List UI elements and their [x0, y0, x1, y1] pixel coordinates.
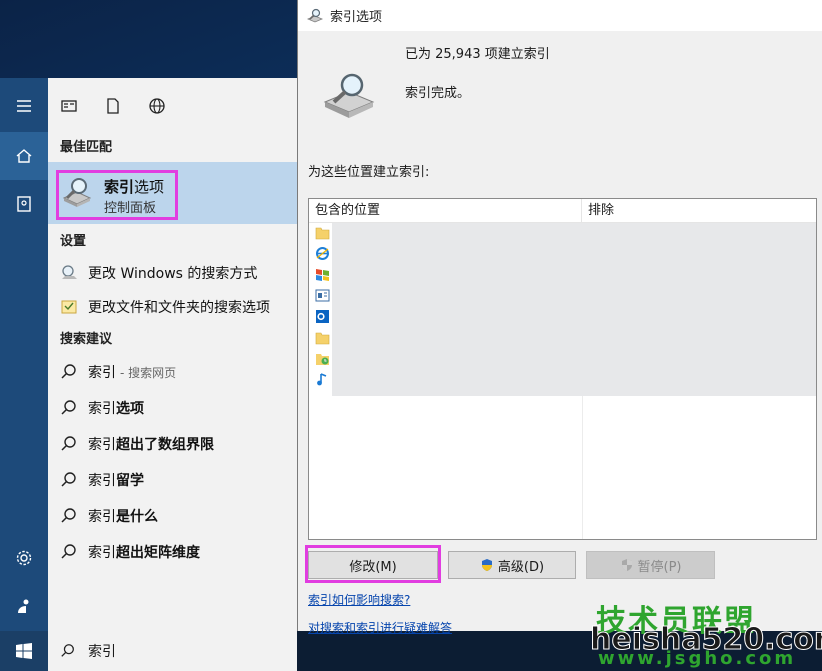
uac-shield-icon: [481, 559, 492, 571]
redacted-locations: [332, 223, 816, 396]
start-content: 最佳匹配 索引选项 控制面板 设置 更改 Windows 的搜索方式 更改文件和…: [48, 78, 297, 631]
search-icon: [61, 472, 76, 487]
search-settings-icon: [62, 265, 77, 279]
list-header: 包含的位置 排除: [309, 199, 816, 223]
indexing-options-dialog: 索引选项 已为 25,943 项建立索引 索引完成。 为这些位置建立索引: 包含…: [297, 0, 822, 635]
column-excluded[interactable]: 排除: [582, 199, 816, 223]
suggestion-prefix: 索引: [88, 437, 116, 453]
indexing-options-icon: [306, 8, 324, 22]
suggestion-bold: 选项: [116, 401, 144, 417]
column-included[interactable]: 包含的位置: [309, 199, 582, 223]
gear-icon: [16, 550, 32, 566]
start-rail: [0, 78, 48, 631]
control-panel-icon: [315, 289, 330, 302]
start-menu: 最佳匹配 索引选项 控制面板 设置 更改 Windows 的搜索方式 更改文件和…: [0, 78, 297, 631]
pause-button: 暂停(P): [586, 551, 715, 579]
troubleshoot-search-link[interactable]: 对搜索和索引进行疑难解答: [308, 619, 452, 636]
how-indexing-affects-search-link[interactable]: 索引如何影响搜索?: [308, 591, 410, 608]
indexing-status: 索引完成。: [405, 86, 471, 101]
home-icon: [16, 149, 32, 163]
search-icon: [61, 436, 76, 451]
watermark-url-secondary: www.jsgho.com: [598, 648, 797, 669]
windows-logo-icon: [16, 643, 32, 659]
settings-item-label: 更改文件和文件夹的搜索选项: [88, 300, 270, 316]
suggestion-bold: 超出了数组界限: [116, 437, 214, 453]
dialog-titlebar[interactable]: 索引选项: [298, 0, 822, 31]
annotation-highlight-box: [305, 545, 441, 583]
suggestion-item[interactable]: 索引 - 搜索网页: [48, 354, 297, 390]
hamburger-icon: [17, 100, 31, 112]
suggestion-prefix: 索引: [88, 545, 116, 561]
indexed-locations-list[interactable]: 包含的位置 排除: [308, 198, 817, 540]
locations-label: 为这些位置建立索引:: [308, 165, 430, 180]
settings-item-label: 更改 Windows 的搜索方式: [88, 266, 258, 282]
suggestion-item[interactable]: 索引 留学: [48, 462, 297, 498]
suggestion-bold: 是什么: [116, 509, 158, 525]
search-icon: [61, 644, 74, 657]
settings-item-search-windows[interactable]: 更改 Windows 的搜索方式: [48, 256, 297, 290]
outlook-icon: [316, 310, 329, 323]
documents-filter-icon[interactable]: [104, 97, 122, 115]
suggestion-prefix: 索引: [88, 473, 116, 489]
suggestion-suffix: - 搜索网页: [120, 365, 177, 380]
search-icon: [61, 508, 76, 523]
advanced-button[interactable]: 高级(D): [448, 551, 576, 579]
suggestion-bold: 超出矩阵维度: [116, 545, 200, 561]
search-icon: [61, 544, 76, 559]
settings-button[interactable]: [0, 534, 48, 582]
person-icon: [18, 599, 29, 613]
apps-filter-icon[interactable]: [60, 97, 78, 115]
suggestion-item[interactable]: 索引 是什么: [48, 498, 297, 534]
suggestion-bold: 留学: [116, 473, 144, 489]
menu-button[interactable]: [0, 82, 48, 130]
history-folder-icon: [316, 354, 329, 365]
annotation-highlight-box: [56, 170, 178, 220]
notebook-button[interactable]: [0, 180, 48, 228]
filter-bar: [48, 78, 297, 134]
settings-heading: 设置: [60, 234, 87, 249]
taskbar-search-box[interactable]: 索引: [48, 631, 297, 671]
suggestion-item[interactable]: 索引 超出矩阵维度: [48, 534, 297, 570]
uac-shield-icon: [621, 559, 632, 571]
indexing-drive-icon: [323, 73, 375, 118]
folder-options-icon: [61, 300, 77, 314]
search-icon: [61, 400, 76, 415]
dialog-title: 索引选项: [330, 10, 383, 25]
internet-explorer-icon: [316, 247, 329, 260]
search-query: 索引: [88, 644, 116, 660]
home-button[interactable]: [0, 132, 48, 180]
suggestion-prefix: 索引: [88, 509, 116, 525]
start-button[interactable]: [0, 631, 48, 671]
advanced-label: 高级(D): [497, 559, 545, 575]
feedback-button[interactable]: [0, 582, 48, 630]
suggestion-item[interactable]: 索引 超出了数组界限: [48, 426, 297, 462]
suggestion-item[interactable]: 索引 选项: [48, 390, 297, 426]
music-note-icon: [317, 373, 327, 386]
best-match-result[interactable]: 索引选项 控制面板: [48, 162, 297, 224]
pause-label: 暂停(P): [637, 559, 682, 575]
best-match-heading: 最佳匹配: [60, 140, 113, 155]
windows-flag-icon: [316, 269, 329, 281]
suggestion-prefix: 索引: [88, 365, 116, 381]
web-filter-icon[interactable]: [148, 97, 166, 115]
suggestion-prefix: 索引: [88, 401, 116, 417]
watermark: 技术员联盟 heisha520.com www.jsgho.com: [589, 596, 822, 671]
folder-icon: [315, 332, 330, 345]
search-icon: [61, 364, 76, 379]
folder-icon: [315, 227, 330, 240]
location-icons: [315, 225, 331, 393]
indexed-count: 已为 25,943 项建立索引: [405, 47, 550, 62]
settings-item-folder-options[interactable]: 更改文件和文件夹的搜索选项: [48, 290, 297, 324]
suggestions-heading: 搜索建议: [60, 332, 113, 347]
notebook-icon: [17, 196, 31, 212]
